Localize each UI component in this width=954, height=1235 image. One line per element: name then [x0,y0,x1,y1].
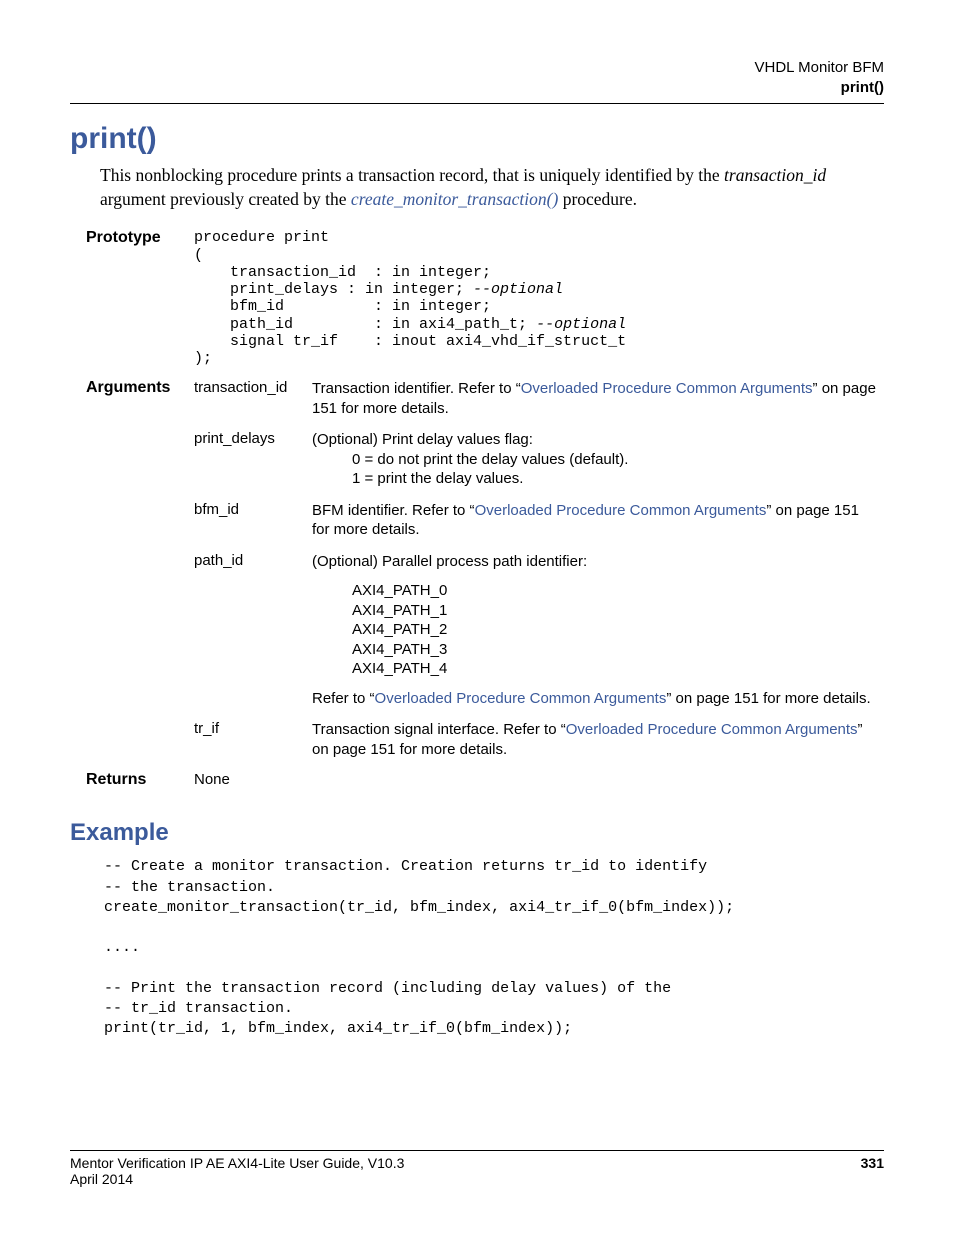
returns-value: None [194,771,312,801]
arg-desc-tr-if: Transaction signal interface. Refer to “… [312,720,884,771]
link-overloaded-4[interactable]: Overloaded Procedure Common Arguments [566,721,858,738]
arg-name-tr-if: tr_if [194,720,312,771]
arguments-label: Arguments [86,379,194,430]
footer-rule [70,1150,884,1151]
link-overloaded-1[interactable]: Overloaded Procedure Common Arguments [521,380,813,397]
footer-page-number: 331 [861,1155,884,1171]
example-heading: Example [70,819,884,847]
prototype-code: procedure print ( transaction_id : in in… [194,229,876,367]
intro-link-create-monitor[interactable]: create_monitor_transaction() [351,189,558,209]
header-line2: print() [70,78,884,98]
intro-text-2: argument previously created by the [100,189,351,209]
link-overloaded-3[interactable]: Overloaded Procedure Common Arguments [375,690,667,707]
intro-transaction-id: transaction_id [724,165,826,185]
argument-row-print-delays: print_delays (Optional) Print delay valu… [86,430,884,501]
arg-name-transaction-id: transaction_id [194,379,312,430]
prototype-label: Prototype [86,229,194,379]
footer-guide: Mentor Verification IP AE AXI4-Lite User… [70,1155,404,1171]
arg-name-print-delays: print_delays [194,430,312,501]
argument-row-tr-if: tr_if Transaction signal interface. Refe… [86,720,884,771]
link-overloaded-2[interactable]: Overloaded Procedure Common Arguments [475,502,767,519]
definition-table: Prototype procedure print ( transaction_… [86,229,884,801]
header-line1: VHDL Monitor BFM [70,58,884,78]
page-footer: Mentor Verification IP AE AXI4-Lite User… [70,1150,884,1187]
returns-row: Returns None [86,771,884,801]
example-code: -- Create a monitor transaction. Creatio… [104,857,884,1039]
prototype-row: Prototype procedure print ( transaction_… [86,229,884,379]
argument-row-bfm-id: bfm_id BFM identifier. Refer to “Overloa… [86,501,884,552]
arg-desc-print-delays: (Optional) Print delay values flag: 0 = … [312,430,884,501]
arg-desc-bfm-id: BFM identifier. Refer to “Overloaded Pro… [312,501,884,552]
arg-name-path-id: path_id [194,552,312,721]
arg-desc-path-id: (Optional) Parallel process path identif… [312,552,884,721]
page-title: print() [70,122,884,156]
intro-text-1: This nonblocking procedure prints a tran… [100,165,724,185]
returns-label: Returns [86,771,194,801]
header-rule [70,103,884,104]
arg-desc-transaction-id: Transaction identifier. Refer to “Overlo… [312,379,884,430]
argument-row-transaction-id: Arguments transaction_id Transaction ide… [86,379,884,430]
arg-name-bfm-id: bfm_id [194,501,312,552]
argument-row-path-id: path_id (Optional) Parallel process path… [86,552,884,721]
footer-date: April 2014 [70,1171,884,1187]
page-header: VHDL Monitor BFM print() [70,58,884,97]
intro-text-3: procedure. [558,189,637,209]
intro-paragraph: This nonblocking procedure prints a tran… [100,164,884,211]
